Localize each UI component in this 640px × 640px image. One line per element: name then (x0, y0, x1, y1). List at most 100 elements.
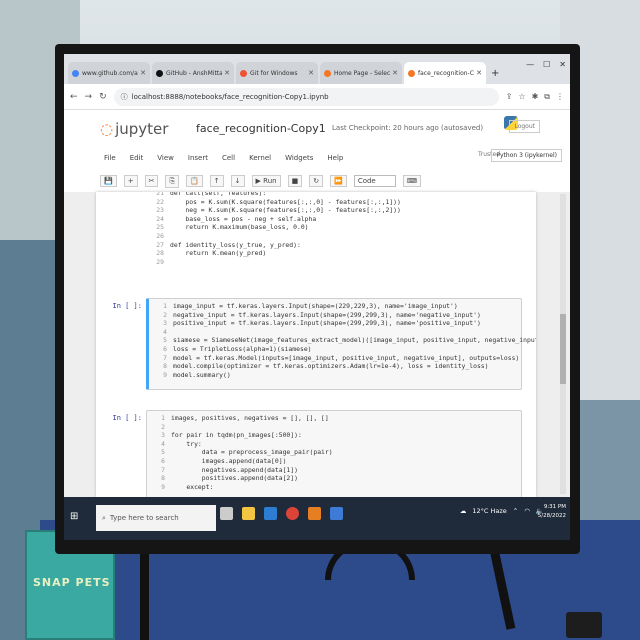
code-editor[interactable]: 1 images, positives, negatives = [], [], … (146, 410, 522, 497)
code-text: model = tf.keras.Model(inputs=[image_inp… (173, 353, 520, 362)
restart-icon[interactable]: ↻ (309, 175, 324, 187)
code-line: 4 (153, 328, 517, 337)
chrome-icon[interactable] (286, 507, 299, 520)
maximize-icon[interactable]: ☐ (543, 60, 550, 69)
reload-icon[interactable]: ↻ (99, 92, 107, 102)
browser-tab-active[interactable]: face_recognition-Copy1 ✕ (404, 62, 486, 84)
forward-icon[interactable]: → (85, 92, 93, 102)
code-line: 9 except: (151, 483, 517, 492)
jupyter-icon (324, 69, 331, 77)
add-cell-icon[interactable]: + (123, 175, 138, 187)
menu-view[interactable]: View (157, 154, 174, 162)
share-icon[interactable]: ⇪ (506, 92, 513, 102)
close-icon[interactable]: ✕ (476, 69, 482, 77)
url-input[interactable]: ⓘ localhost:8888/notebooks/face_recognit… (113, 87, 499, 106)
browser-tab-bar: www.github.com/andmi ✕ GitHub - AnshMitt… (64, 54, 570, 84)
code-line: 1 image_input = tf.keras.layers.Input(sha… (153, 302, 517, 311)
scrollbar-thumb[interactable] (560, 314, 566, 384)
close-icon[interactable]: ✕ (308, 69, 314, 77)
code-line: 23 neg = K.sum(K.square(features[:,:,0] … (150, 206, 518, 215)
line-number: 29 (156, 257, 164, 266)
notebook-page: 21 def call(self, features): 22 pos = K.su… (96, 192, 536, 497)
copy-icon[interactable]: ⎘ (165, 174, 180, 188)
code-text: images, positives, negatives = [], [], [… (171, 414, 329, 422)
code-line: 8 positives.append(data[2]) (151, 474, 517, 483)
menu-kernel[interactable]: Kernel (249, 154, 271, 162)
chevron-up-icon[interactable]: ⌃ (513, 507, 518, 515)
menu-icon[interactable]: ⋮ (556, 92, 564, 102)
notebook-name[interactable]: face_recognition-Copy1 (196, 122, 326, 135)
stop-icon[interactable]: ■ (287, 175, 303, 187)
code-line: 9 model.summary() (153, 371, 517, 380)
clock[interactable]: 9:31 PM 5/28/2022 (538, 503, 566, 521)
line-number: 7 (163, 353, 167, 362)
run-button[interactable]: ▶ Run (251, 175, 281, 187)
tab-title: Git for Windows (250, 69, 298, 77)
clock-time: 9:31 PM (543, 504, 566, 510)
close-window-icon[interactable]: ✕ (559, 60, 566, 69)
code-line: 22 pos = K.sum(K.square(features[:,:,0] … (150, 198, 518, 207)
code-text: negatives.append(data[1]) (171, 465, 298, 474)
move-down-icon[interactable]: ↓ (230, 175, 245, 187)
browser-actions: ⇪ ☆ ✱ ⧉ ⋮ (506, 92, 564, 102)
code-editor[interactable]: 1 image_input = tf.keras.layers.Input(sha… (146, 298, 536, 390)
run-label: Run (263, 177, 277, 185)
code-text: for pair in tqdm(pn_images[:500]): (171, 431, 302, 440)
close-icon[interactable]: ✕ (224, 69, 230, 77)
clock-date: 5/28/2022 (537, 513, 566, 519)
menu-widgets[interactable]: Widgets (285, 154, 313, 162)
minimize-icon[interactable]: — (526, 60, 534, 69)
wifi-icon[interactable]: ◠ (524, 507, 530, 515)
move-up-icon[interactable]: ↑ (209, 175, 224, 187)
taskbar-search[interactable]: ⌕ Type here to search (96, 505, 216, 531)
edge-icon[interactable] (264, 507, 277, 520)
keyboard-icon[interactable]: ⌨ (402, 175, 421, 187)
code-line: 7 model = tf.keras.Model(inputs=[image_in… (153, 353, 520, 363)
menu-file[interactable]: File (104, 154, 116, 162)
new-tab-button[interactable]: + (491, 68, 499, 79)
browser-tab-1[interactable]: GitHub - AnshMittal1811 ✕ (152, 62, 234, 84)
line-number: 1 (161, 414, 165, 422)
jupyter-header: ◌ jupyter face_recognition-Copy1 Last Che… (64, 110, 570, 146)
puzzle-icon[interactable]: ⧉ (544, 92, 550, 102)
line-number: 3 (161, 431, 165, 440)
close-icon[interactable]: ✕ (140, 69, 146, 77)
git-bash-icon[interactable] (308, 507, 321, 520)
cut-icon[interactable]: ✂ (144, 175, 159, 187)
file-explorer-icon[interactable] (242, 507, 255, 520)
menu-help[interactable]: Help (327, 154, 343, 162)
task-view-icon[interactable] (220, 507, 233, 520)
cell-prompt: In [ ]: (112, 302, 142, 310)
cell-type-select[interactable]: Code (353, 175, 396, 187)
code-text: base_loss = pos - neg + self.alpha (170, 214, 317, 223)
browser-tab-0[interactable]: www.github.com/andmi ✕ (68, 62, 150, 84)
menu-cell[interactable]: Cell (222, 154, 235, 162)
zoom-icon[interactable] (330, 507, 343, 520)
save-icon[interactable]: 💾 (100, 175, 117, 187)
pinned-apps (220, 507, 343, 520)
logo-text: jupyter (115, 120, 169, 138)
back-icon[interactable]: ← (70, 92, 78, 102)
windows-start-icon[interactable]: ⊞ (70, 511, 78, 522)
extension-icon[interactable]: ✱ (532, 92, 539, 102)
close-icon[interactable]: ✕ (392, 69, 398, 77)
menu-insert[interactable]: Insert (188, 154, 208, 162)
weather-text[interactable]: 12°C Haze (472, 507, 506, 515)
code-line: 7 negatives.append(data[1]) (151, 466, 517, 475)
browser-tab-2[interactable]: Git for Windows ✕ (236, 62, 318, 84)
weather-icon: ☁ (459, 507, 467, 515)
browser-tab-3[interactable]: Home Page - Select or cr ✕ (320, 62, 402, 84)
jupyter-ring-icon: ◌ (100, 120, 114, 138)
kernel-indicator[interactable]: Python 3 (ipykernel) (491, 149, 562, 162)
code-editor[interactable]: 21 def call(self, features): 22 pos = K.su… (146, 192, 522, 282)
code-text: neg = K.sum(K.square(features[:,:,0] - f… (170, 206, 401, 215)
jupyter-logo[interactable]: ◌ jupyter (100, 120, 168, 138)
page-scrollbar[interactable] (560, 194, 566, 494)
menu-edit[interactable]: Edit (130, 154, 144, 162)
code-text: negative_input = tf.keras.layers.Input(s… (173, 310, 481, 319)
fast-forward-icon[interactable]: ⏩ (330, 175, 347, 187)
logout-button[interactable]: Logout (509, 120, 540, 133)
paste-icon[interactable]: 📋 (186, 175, 203, 187)
line-number: 8 (163, 362, 167, 371)
star-icon[interactable]: ☆ (518, 92, 525, 102)
